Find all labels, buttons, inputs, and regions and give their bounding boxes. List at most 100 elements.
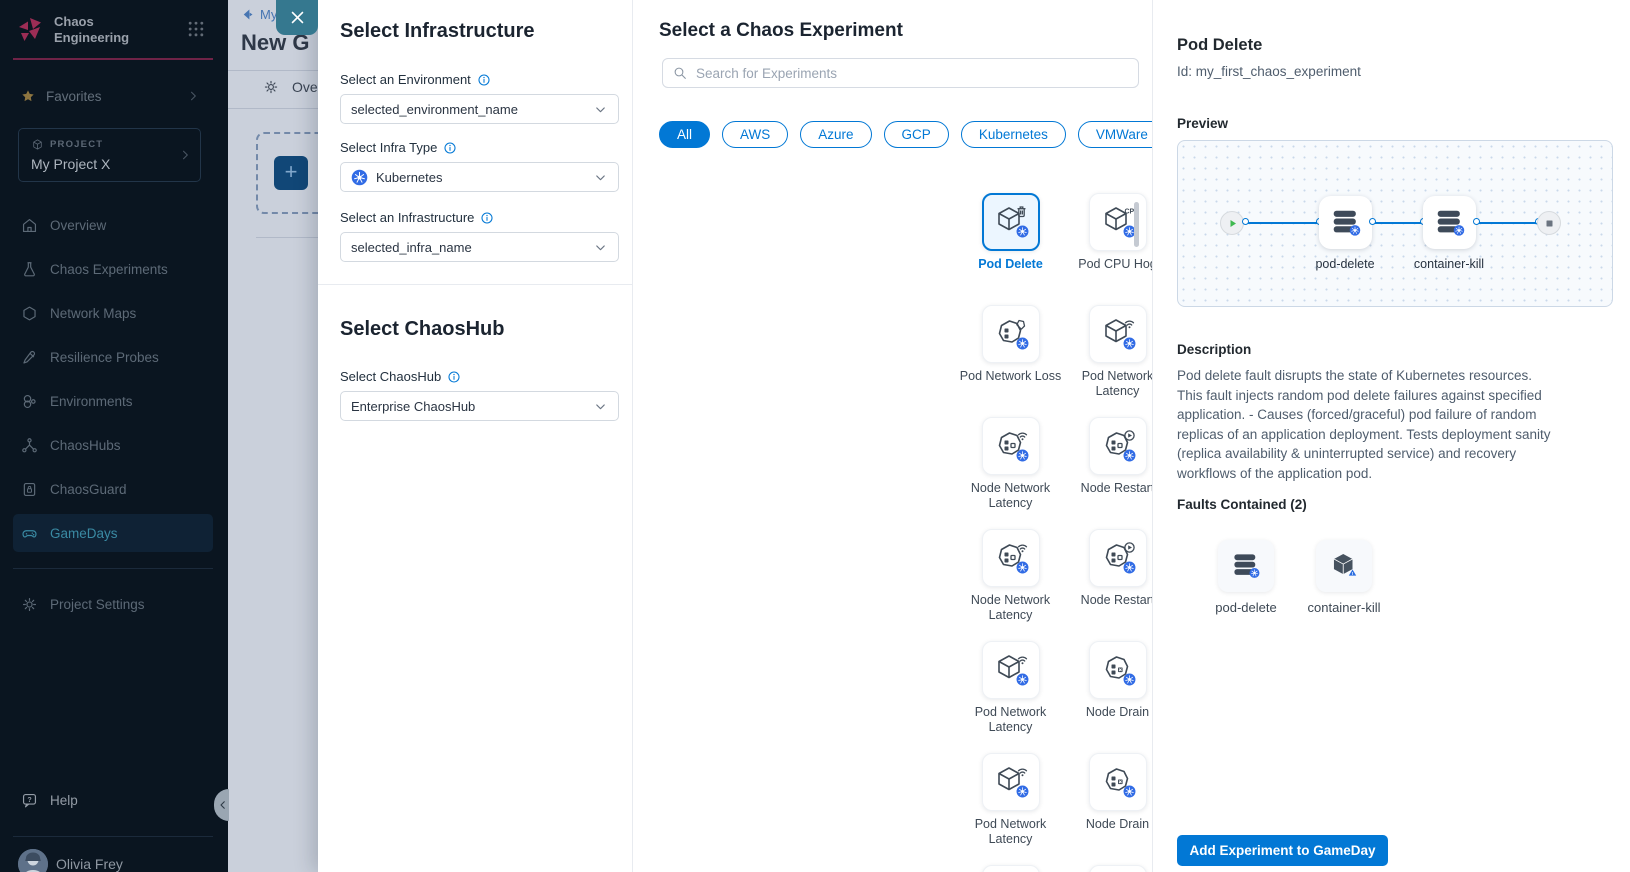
experiment-card-tile — [1089, 305, 1147, 363]
chaoshub-dropdown[interactable]: Enterprise ChaosHub — [340, 391, 619, 421]
project-selector[interactable]: PROJECT My Project X — [18, 128, 201, 182]
module-switcher-icon[interactable] — [186, 19, 206, 39]
sidebar-nav: Overview Chaos Experiments Network Maps … — [0, 203, 228, 555]
chevron-down-icon — [593, 240, 608, 255]
experiment-card-label: Pod Network Latency — [959, 817, 1063, 847]
modal-overlay — [228, 0, 318, 872]
filter-pill[interactable]: VMWare — [1078, 121, 1152, 148]
pipeline-start-node[interactable] — [1220, 211, 1244, 235]
pipeline-node-container-kill[interactable] — [1423, 196, 1476, 249]
experiment-card[interactable]: Node Restart — [1064, 417, 1152, 529]
nav-divider — [13, 568, 213, 569]
experiment-card[interactable]: Node Drain — [1064, 641, 1152, 753]
kubernetes-icon — [351, 169, 368, 186]
experiment-card-label: Node Restart — [1081, 593, 1152, 608]
nav-item-icon — [20, 436, 39, 455]
infra-type-dropdown[interactable]: Kubernetes — [340, 162, 619, 192]
experiment-card-label: Node Restart — [1081, 481, 1152, 496]
fault-item[interactable]: container-kill — [1316, 540, 1372, 592]
sidebar-item-help[interactable]: Help — [0, 778, 228, 822]
info-icon[interactable] — [447, 370, 461, 384]
chevron-right-icon — [186, 89, 200, 103]
info-icon[interactable] — [480, 211, 494, 225]
infrastructure-label: Select an Infrastructure — [340, 210, 494, 225]
nav-item-label: ChaosHubs — [50, 438, 121, 453]
experiment-card[interactable]: Node Network Latency — [957, 529, 1064, 641]
experiment-icon — [989, 200, 1033, 244]
sidebar-nav-item[interactable]: ChaosGuard — [0, 467, 228, 511]
experiment-search[interactable] — [662, 58, 1139, 88]
experiment-card[interactable]: Pod Network Latency — [957, 753, 1064, 865]
experiment-card-tile — [1089, 865, 1147, 872]
stop-icon — [1544, 218, 1555, 229]
sidebar-nav-item[interactable]: Environments — [0, 379, 228, 423]
app-logo-block[interactable]: Chaos Engineering — [16, 14, 166, 47]
sidebar-item-project-settings[interactable]: Project Settings — [0, 582, 228, 626]
chevron-down-icon — [593, 399, 608, 414]
sidebar-nav-item[interactable]: Chaos Experiments — [0, 247, 228, 291]
fault-label: pod-delete — [1215, 600, 1276, 615]
nav-item-label: Overview — [50, 218, 106, 233]
experiment-card-label: Pod Network Loss — [960, 369, 1061, 384]
experiment-card-tile — [982, 305, 1040, 363]
experiment-card-label: Pod CPU Hog — [1078, 257, 1152, 272]
fault-item[interactable]: pod-delete — [1218, 540, 1274, 592]
environment-label: Select an Environment — [340, 72, 491, 87]
experiment-card[interactable]: Node Restart — [1064, 529, 1152, 641]
experiment-card[interactable]: Pod Network Latency — [957, 641, 1064, 753]
experiment-card[interactable] — [1064, 865, 1152, 872]
infra-type-label: Select Infra Type — [340, 140, 457, 155]
pipeline-end-node[interactable] — [1537, 211, 1561, 235]
scrollbar-thumb[interactable] — [1134, 202, 1139, 247]
gear-icon — [20, 595, 39, 614]
pipeline-node-pod-delete[interactable] — [1319, 196, 1372, 249]
filter-pill[interactable]: Azure — [800, 121, 871, 148]
experiment-card[interactable]: Pod Network Latency — [1064, 305, 1152, 417]
filter-pill[interactable]: Kubernetes — [961, 121, 1066, 148]
description-text: Pod delete fault disrupts the state of K… — [1177, 366, 1552, 483]
nav-item-icon — [20, 304, 39, 323]
experiments-heading: Select a Chaos Experiment — [659, 20, 903, 42]
close-icon — [289, 9, 306, 26]
section-divider — [318, 284, 632, 285]
gameday-experiment-modal: Select Infrastructure Select an Environm… — [318, 0, 1630, 872]
sidebar-nav-item[interactable]: Resilience Probes — [0, 335, 228, 379]
sidebar-nav-item[interactable]: GameDays — [0, 511, 228, 555]
info-icon[interactable] — [477, 73, 491, 87]
search-input[interactable] — [696, 66, 1138, 81]
sidebar-nav-item[interactable]: ChaosHubs — [0, 423, 228, 467]
sidebar-item-favorites[interactable]: Favorites — [0, 82, 228, 110]
experiment-card[interactable]: Pod Network Loss — [957, 305, 1064, 417]
filter-pill[interactable]: GCP — [884, 121, 949, 148]
experiment-icon — [1096, 312, 1140, 356]
environment-dropdown[interactable]: selected_environment_name — [340, 94, 619, 124]
experiment-card-label: Node Drain — [1086, 705, 1149, 720]
fault-label: container-kill — [1308, 600, 1381, 615]
infrastructure-dropdown[interactable]: selected_infra_name — [340, 232, 619, 262]
close-modal-button[interactable] — [276, 0, 318, 35]
sidebar-nav-item[interactable]: Overview — [0, 203, 228, 247]
experiment-card[interactable]: Node Drain — [1064, 753, 1152, 865]
experiment-card[interactable]: Node Network Latency — [957, 417, 1064, 529]
chaoshub-label: Select ChaosHub — [340, 369, 461, 384]
info-icon[interactable] — [443, 141, 457, 155]
user-profile[interactable]: Olivia Frey — [0, 844, 228, 872]
experiment-icon — [1096, 760, 1140, 804]
nav-item-icon — [20, 524, 39, 543]
faults-contained-label: Faults Contained (2) — [1177, 497, 1307, 512]
experiment-card-label: Pod Network Latency — [1066, 369, 1153, 399]
filter-pill[interactable]: AWS — [722, 121, 788, 148]
experiment-card-tile — [1089, 753, 1147, 811]
add-experiment-to-gameday-button[interactable]: Add Experiment to GameDay — [1177, 835, 1388, 866]
experiment-card-tile — [982, 193, 1040, 251]
filter-pill[interactable]: All — [659, 121, 710, 148]
experiment-card-tile — [982, 417, 1040, 475]
experiment-card[interactable]: Pod Delete — [957, 193, 1064, 305]
experiment-card-label: Pod Delete — [978, 257, 1043, 272]
experiment-card-label: Node Drain — [1086, 817, 1149, 832]
nav-item-label: Environments — [50, 394, 133, 409]
experiment-card[interactable] — [957, 865, 1064, 872]
experiment-grid: Pod Delete Pod CPU Hog Container Kill — [957, 193, 1152, 872]
experiment-detail-panel: Pod Delete Id: my_first_chaos_experiment… — [1152, 0, 1630, 872]
sidebar-nav-item[interactable]: Network Maps — [0, 291, 228, 335]
